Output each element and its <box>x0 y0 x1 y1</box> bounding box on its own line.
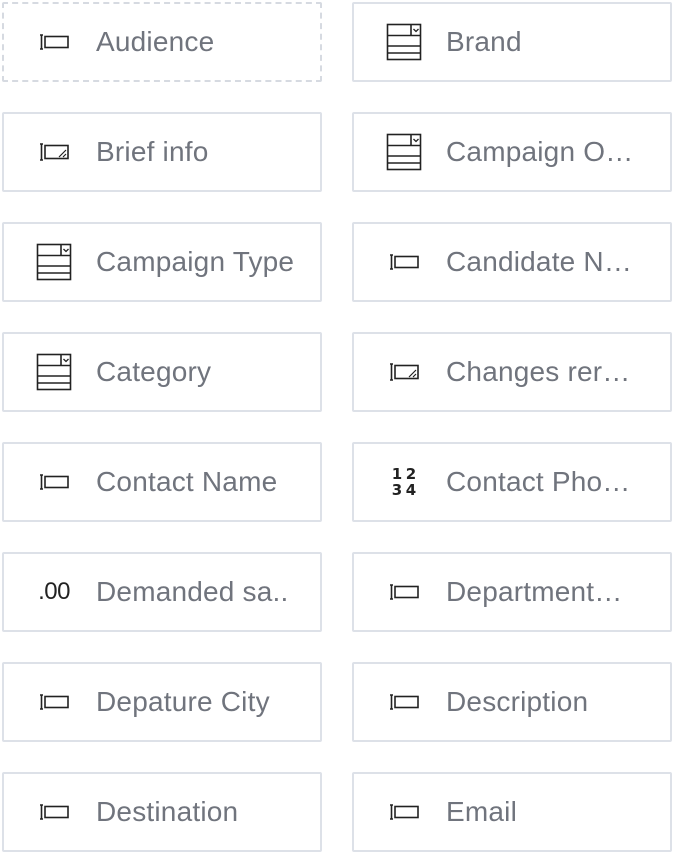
dropdown-icon <box>384 22 424 62</box>
field-item-campaign-ob[interactable]: Campaign Ob… <box>352 112 672 192</box>
field-item-contact-name[interactable]: Contact Name <box>2 442 322 522</box>
field-label: Brief info <box>96 136 209 167</box>
field-palette: Audience Brand Brief info Campaign Ob… C… <box>2 2 672 852</box>
number-glyph: 2 <box>405 465 417 483</box>
field-item-changes-rer[interactable]: Changes rer… <box>352 332 672 412</box>
field-label: Department… <box>446 576 623 607</box>
field-label: Candidate Na… <box>446 246 646 277</box>
field-label: Changes rer… <box>446 356 631 387</box>
field-item-destination[interactable]: Destination <box>2 772 322 852</box>
field-item-campaign-type[interactable]: Campaign Type <box>2 222 322 302</box>
field-label: Demanded sa.. <box>96 576 289 607</box>
field-item-department[interactable]: Department… <box>352 552 672 632</box>
field-item-email[interactable]: Email <box>352 772 672 852</box>
field-item-candidate-na[interactable]: Candidate Na… <box>352 222 672 302</box>
field-item-demanded-sa[interactable]: .00 Demanded sa.. <box>2 552 322 632</box>
text-field-icon <box>384 242 424 282</box>
field-label: Destination <box>96 796 239 827</box>
text-field-icon <box>384 792 424 832</box>
text-field-icon <box>34 22 74 62</box>
field-item-category[interactable]: Category <box>2 332 322 412</box>
field-item-depature-city[interactable]: Depature City <box>2 662 322 742</box>
number-icon: 1234 <box>384 462 424 502</box>
text-field-icon <box>34 792 74 832</box>
decimal-icon: .00 <box>34 572 74 612</box>
field-label: Contact Name <box>96 466 278 497</box>
dropdown-icon <box>384 132 424 172</box>
decimal-glyph: .00 <box>38 578 70 605</box>
text-field-icon <box>34 682 74 722</box>
number-glyph: 3 <box>391 481 403 499</box>
field-label: Campaign Type <box>96 246 295 277</box>
field-item-brand[interactable]: Brand <box>352 2 672 82</box>
field-label: Category <box>96 356 212 387</box>
field-label: Contact Pho… <box>446 466 631 497</box>
field-item-brief-info[interactable]: Brief info <box>2 112 322 192</box>
text-field-icon <box>34 462 74 502</box>
number-glyph: 4 <box>405 481 417 499</box>
dropdown-icon <box>34 352 74 392</box>
field-label: Email <box>446 796 518 827</box>
field-label: Depature City <box>96 686 270 717</box>
number-glyph: 1 <box>391 465 403 483</box>
field-label: Description <box>446 686 589 717</box>
field-label: Campaign Ob… <box>446 136 646 167</box>
field-item-description[interactable]: Description <box>352 662 672 742</box>
textarea-icon <box>34 132 74 172</box>
field-label: Brand <box>446 26 522 57</box>
field-item-contact-pho[interactable]: 1 2 3 4 Contact Pho… <box>352 442 672 522</box>
textarea-icon <box>384 352 424 392</box>
text-field-icon <box>384 572 424 612</box>
dropdown-icon <box>34 242 74 282</box>
text-field-icon <box>384 682 424 722</box>
field-item-audience[interactable]: Audience <box>2 2 322 82</box>
field-label: Audience <box>96 26 215 57</box>
